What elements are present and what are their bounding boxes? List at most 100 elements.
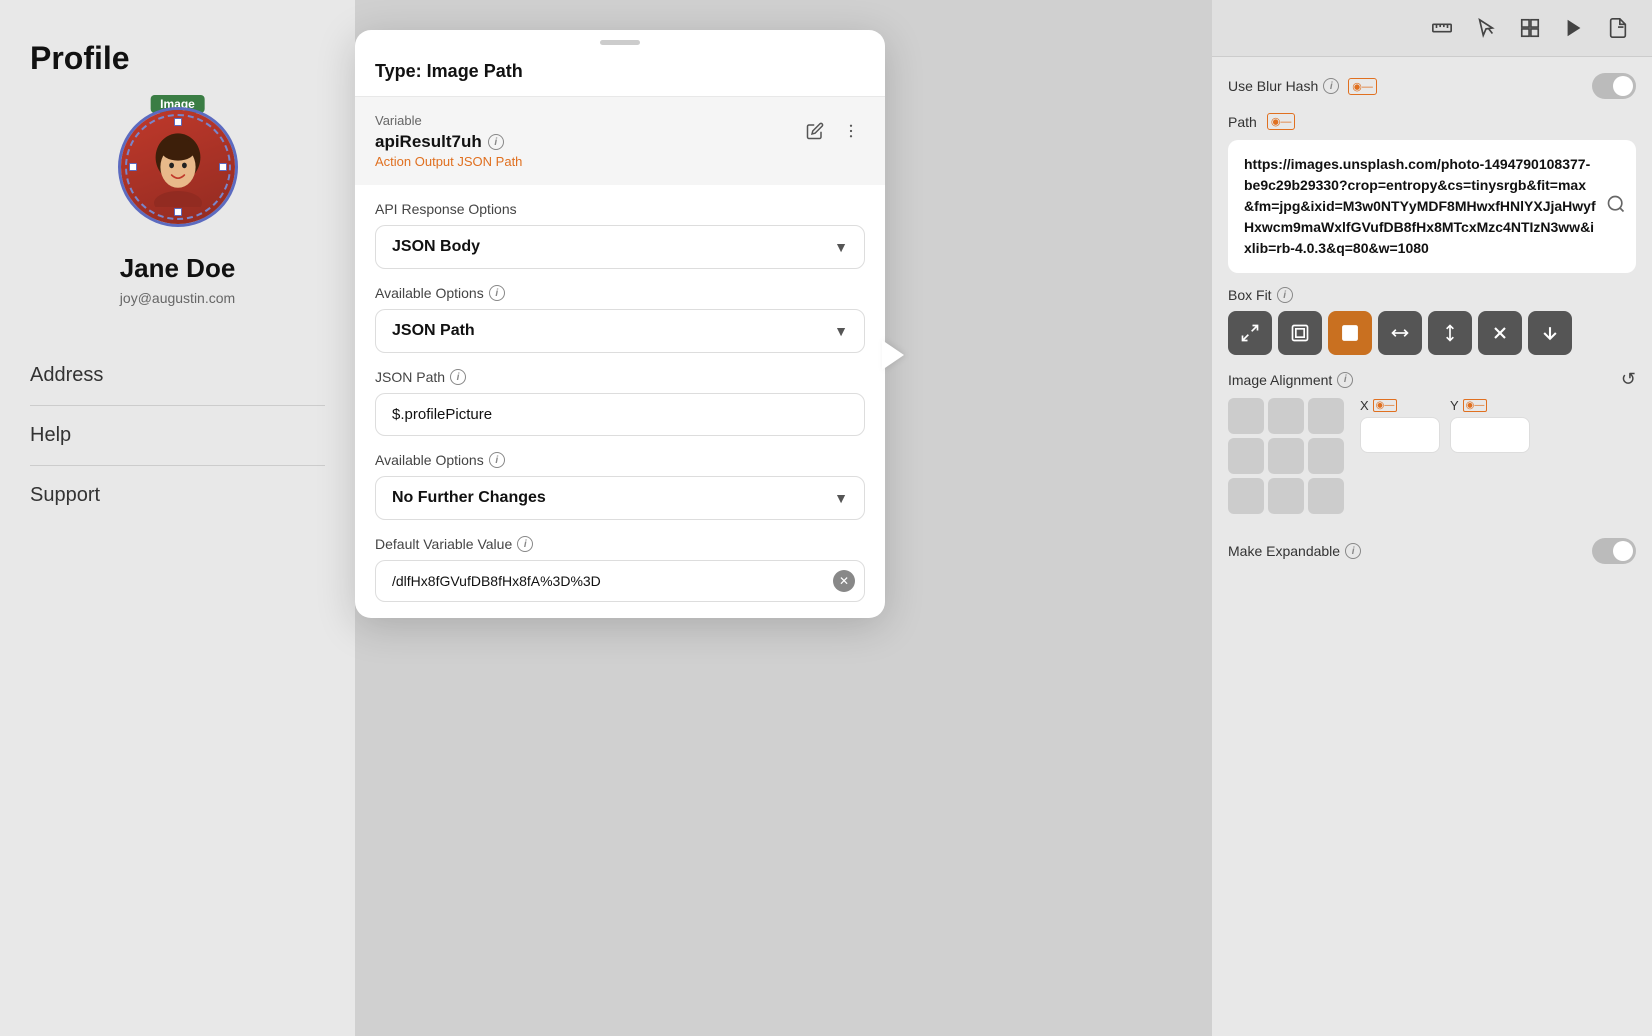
use-blur-hash-text: Use Blur Hash — [1228, 78, 1318, 94]
profile-image-container: Image — [113, 107, 243, 237]
variable-label: Variable — [375, 113, 522, 128]
handle-top-left[interactable] — [129, 118, 137, 126]
make-expandable-info[interactable]: i — [1345, 543, 1361, 559]
available-options-2-field: Available Options i No Further Changes ▼ — [375, 452, 865, 520]
fit-btn-down[interactable] — [1528, 311, 1572, 355]
handle-bottom-right[interactable] — [219, 208, 227, 216]
handle-mid-right[interactable] — [219, 163, 227, 171]
use-blur-hash-toggle[interactable] — [1592, 73, 1636, 99]
nav-item-support[interactable]: Support — [30, 466, 325, 525]
clear-button[interactable]: ✕ — [833, 570, 855, 592]
align-bot-center[interactable] — [1268, 478, 1304, 514]
x-label: X ◉— — [1360, 398, 1440, 413]
json-path-info[interactable]: i — [450, 369, 466, 385]
image-alignment-info[interactable]: i — [1337, 372, 1353, 388]
toolbar — [1212, 0, 1652, 57]
toolbar-cursor-icon[interactable] — [1468, 10, 1504, 46]
api-response-field: API Response Options JSON Body ▼ — [375, 201, 865, 269]
fit-btn-contain[interactable] — [1278, 311, 1322, 355]
image-alignment-label: Image Alignment i — [1228, 372, 1353, 388]
variable-section: Variable apiResult7uh i Action Output JS… — [355, 97, 885, 185]
variable-left: Variable apiResult7uh i Action Output JS… — [375, 113, 522, 169]
selection-handles — [121, 110, 235, 224]
json-path-input[interactable] — [375, 393, 865, 436]
handle-bottom-left[interactable] — [129, 208, 137, 216]
profile-name: Jane Doe — [30, 253, 325, 284]
available-options-1-info[interactable]: i — [489, 285, 505, 301]
fit-btn-horizontal[interactable] — [1378, 311, 1422, 355]
edit-button[interactable] — [801, 117, 829, 145]
right-panel-content: Use Blur Hash i ◉— Path ◉— https://image… — [1212, 57, 1652, 1036]
alignment-grid — [1228, 398, 1344, 514]
align-bot-left[interactable] — [1228, 478, 1264, 514]
api-response-label: API Response Options — [375, 201, 865, 217]
align-bot-right[interactable] — [1308, 478, 1344, 514]
make-expandable-text: Make Expandable — [1228, 543, 1340, 559]
path-var-icon: ◉— — [1267, 113, 1296, 130]
make-expandable-label: Make Expandable i — [1228, 543, 1361, 559]
x-input[interactable] — [1360, 417, 1440, 453]
make-expandable-toggle[interactable] — [1592, 538, 1636, 564]
alignment-and-xy: X ◉— Y ◉— — [1228, 398, 1636, 524]
default-variable-field: Default Variable Value i ✕ — [375, 536, 865, 602]
box-fit-section: Box Fit i — [1228, 287, 1636, 355]
align-top-left[interactable] — [1228, 398, 1264, 434]
xy-inputs: X ◉— Y ◉— — [1360, 398, 1636, 453]
api-response-dropdown[interactable]: JSON Body ▼ — [375, 225, 865, 269]
nav-item-help[interactable]: Help — [30, 406, 325, 466]
path-text: Path — [1228, 114, 1257, 130]
profile-title: Profile — [30, 40, 325, 77]
align-mid-left[interactable] — [1228, 438, 1264, 474]
handle-bottom-mid[interactable] — [174, 208, 182, 216]
modal: Type: Image Path Variable apiResult7uh i… — [355, 30, 885, 618]
variable-info-icon[interactable]: i — [488, 134, 504, 150]
use-blur-hash-info[interactable]: i — [1323, 78, 1339, 94]
url-search-icon[interactable] — [1606, 194, 1626, 220]
available-options-1-label: Available Options i — [375, 285, 865, 301]
toolbar-play-icon[interactable] — [1556, 10, 1592, 46]
y-var-icon: ◉— — [1463, 399, 1488, 412]
fit-btn-vertical[interactable] — [1428, 311, 1472, 355]
handle-top-mid[interactable] — [174, 118, 182, 126]
box-fit-buttons — [1228, 311, 1636, 355]
nav-item-address[interactable]: Address — [30, 346, 325, 406]
toolbar-document-icon[interactable] — [1600, 10, 1636, 46]
align-top-center[interactable] — [1268, 398, 1304, 434]
available-options-1-dropdown[interactable]: JSON Path ▼ — [375, 309, 865, 353]
modal-content: API Response Options JSON Body ▼ Availab… — [355, 185, 885, 618]
toolbar-ruler-icon[interactable] — [1424, 10, 1460, 46]
fit-btn-none[interactable] — [1478, 311, 1522, 355]
fit-btn-cover[interactable] — [1328, 311, 1372, 355]
json-path-field: JSON Path i — [375, 369, 865, 436]
profile-email: joy@augustin.com — [30, 290, 325, 306]
left-panel: Profile Image — [0, 0, 355, 1036]
align-mid-right[interactable] — [1308, 438, 1344, 474]
fit-btn-expand[interactable] — [1228, 311, 1272, 355]
api-response-arrow: ▼ — [834, 239, 848, 255]
url-value-text: https://images.unsplash.com/photo-149479… — [1244, 156, 1596, 256]
y-input[interactable] — [1450, 417, 1530, 453]
default-variable-input[interactable] — [375, 560, 865, 602]
handle-top-right[interactable] — [219, 118, 227, 126]
reset-alignment-button[interactable]: ↺ — [1621, 369, 1636, 390]
arrow-connector — [882, 340, 912, 370]
toolbar-grid-icon[interactable] — [1512, 10, 1548, 46]
variable-name: apiResult7uh i — [375, 132, 522, 152]
blur-hash-var-icon: ◉— — [1348, 78, 1377, 95]
handle-mid-left[interactable] — [129, 163, 137, 171]
default-variable-info[interactable]: i — [517, 536, 533, 552]
available-options-2-info[interactable]: i — [489, 452, 505, 468]
available-options-2-dropdown[interactable]: No Further Changes ▼ — [375, 476, 865, 520]
box-fit-info[interactable]: i — [1277, 287, 1293, 303]
align-top-right[interactable] — [1308, 398, 1344, 434]
available-options-1-field: Available Options i JSON Path ▼ — [375, 285, 865, 353]
json-path-label: JSON Path i — [375, 369, 865, 385]
image-alignment-text: Image Alignment — [1228, 372, 1332, 388]
available-options-2-arrow: ▼ — [834, 490, 848, 506]
align-mid-center[interactable] — [1268, 438, 1304, 474]
api-response-value: JSON Body — [392, 238, 480, 256]
url-value-box: https://images.unsplash.com/photo-149479… — [1228, 140, 1636, 273]
arrow-right-shape — [882, 340, 904, 370]
more-options-button[interactable] — [837, 117, 865, 145]
image-alignment-header: Image Alignment i ↺ — [1228, 369, 1636, 390]
